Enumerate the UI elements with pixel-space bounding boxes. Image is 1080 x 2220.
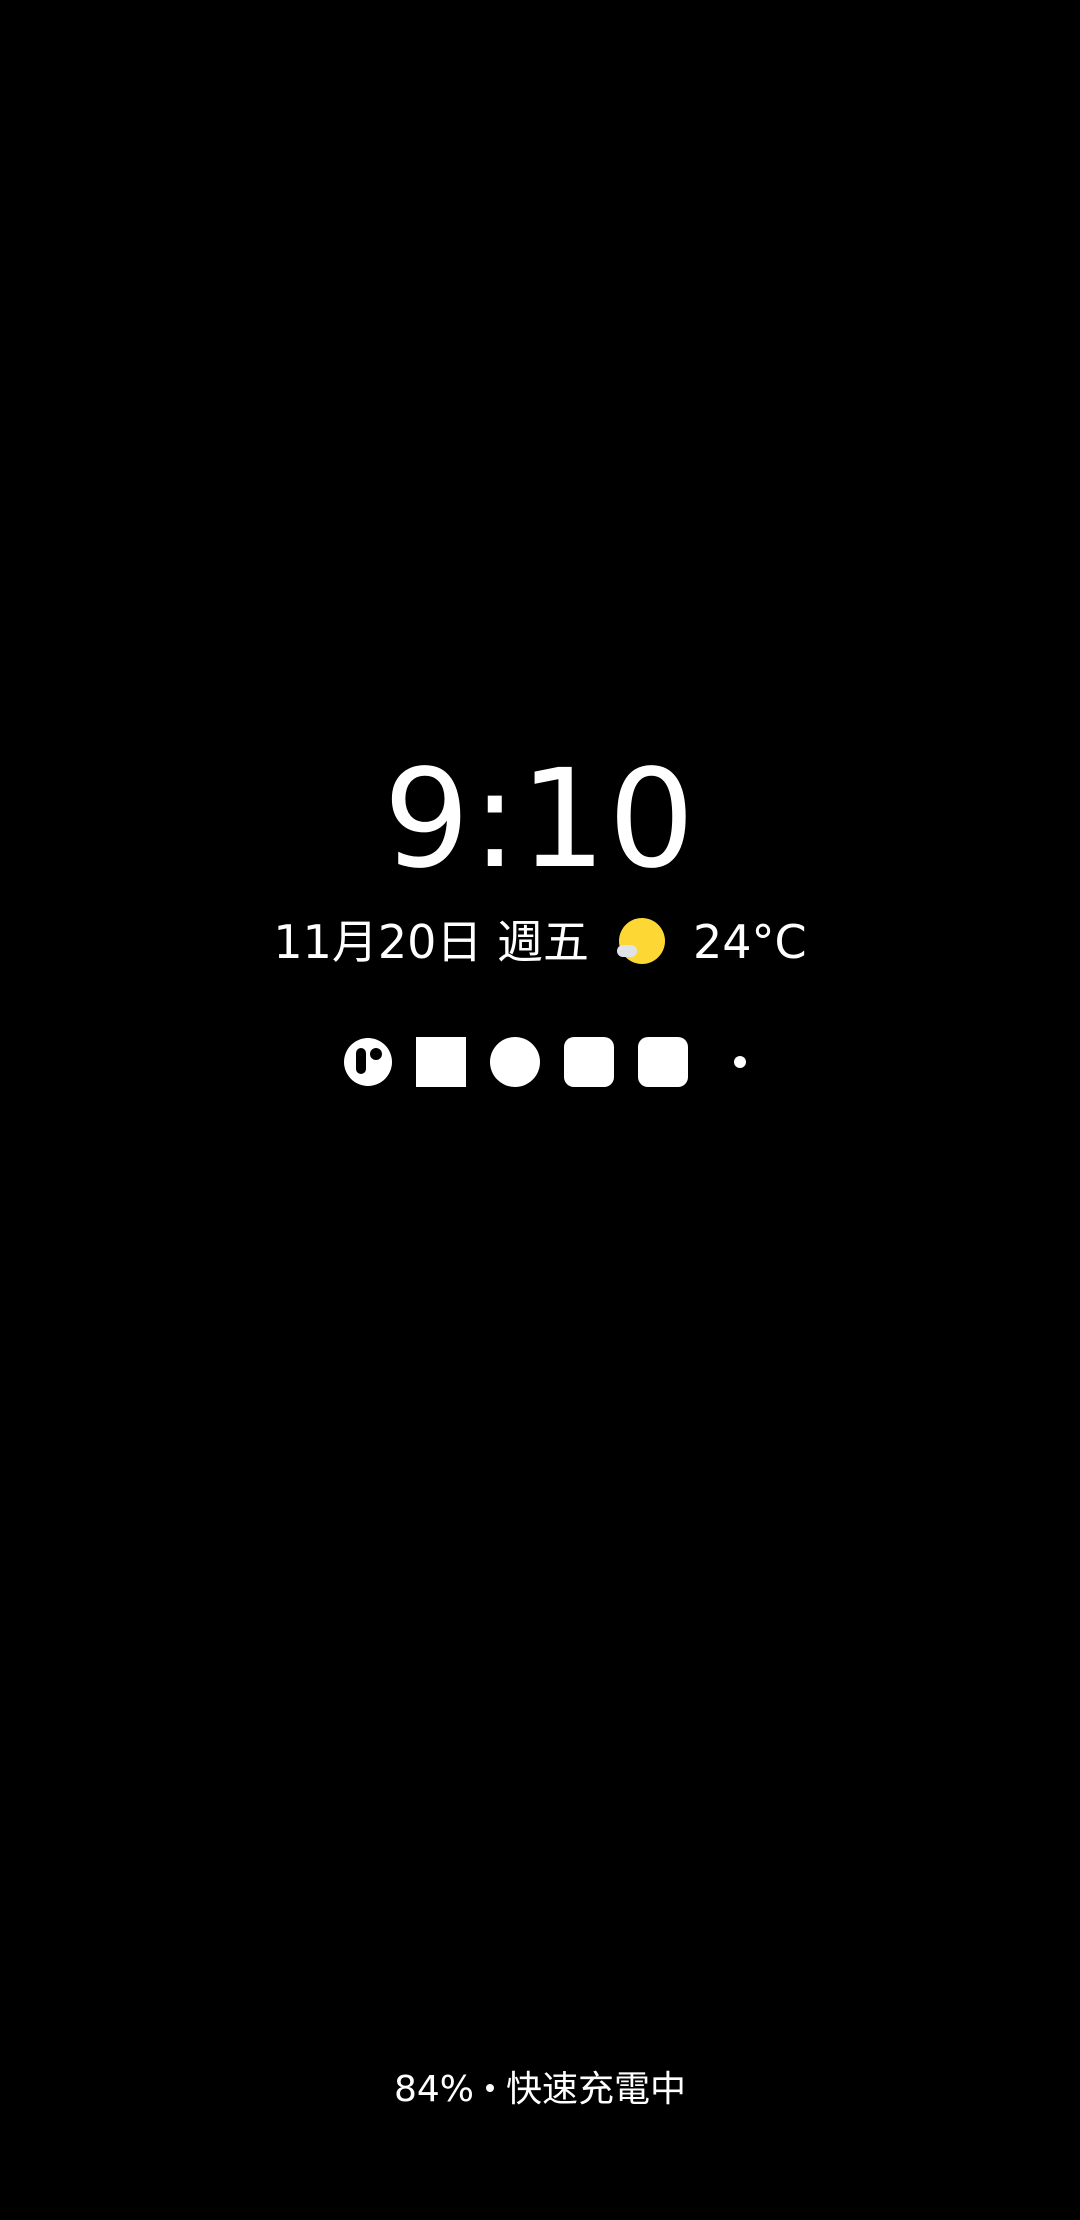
square-notification-icon[interactable] — [416, 1037, 466, 1087]
date-weather-row: 11月20日 週五 24°C — [0, 906, 1080, 978]
charging-status: 84% 快速充電中 — [0, 2062, 1080, 2118]
temperature-label: 24°C — [693, 915, 807, 969]
date-label: 11月20日 週五 — [273, 915, 590, 969]
weather-sun-icon — [617, 917, 667, 967]
separator-dot-icon — [486, 2084, 494, 2092]
rounded-notification-icon[interactable] — [564, 1037, 614, 1087]
notification-icons-row[interactable] — [344, 1036, 746, 1088]
clock-time: 9:10 — [383, 741, 697, 899]
charging-label: 快速充電中 — [506, 2069, 687, 2110]
app-notification-icon[interactable] — [344, 1038, 392, 1086]
more-notifications-dot-icon — [734, 1056, 746, 1068]
circle-notification-icon[interactable] — [490, 1037, 540, 1087]
battery-percent: 84% — [393, 2069, 474, 2110]
rounded-notification-icon-2[interactable] — [638, 1037, 688, 1087]
